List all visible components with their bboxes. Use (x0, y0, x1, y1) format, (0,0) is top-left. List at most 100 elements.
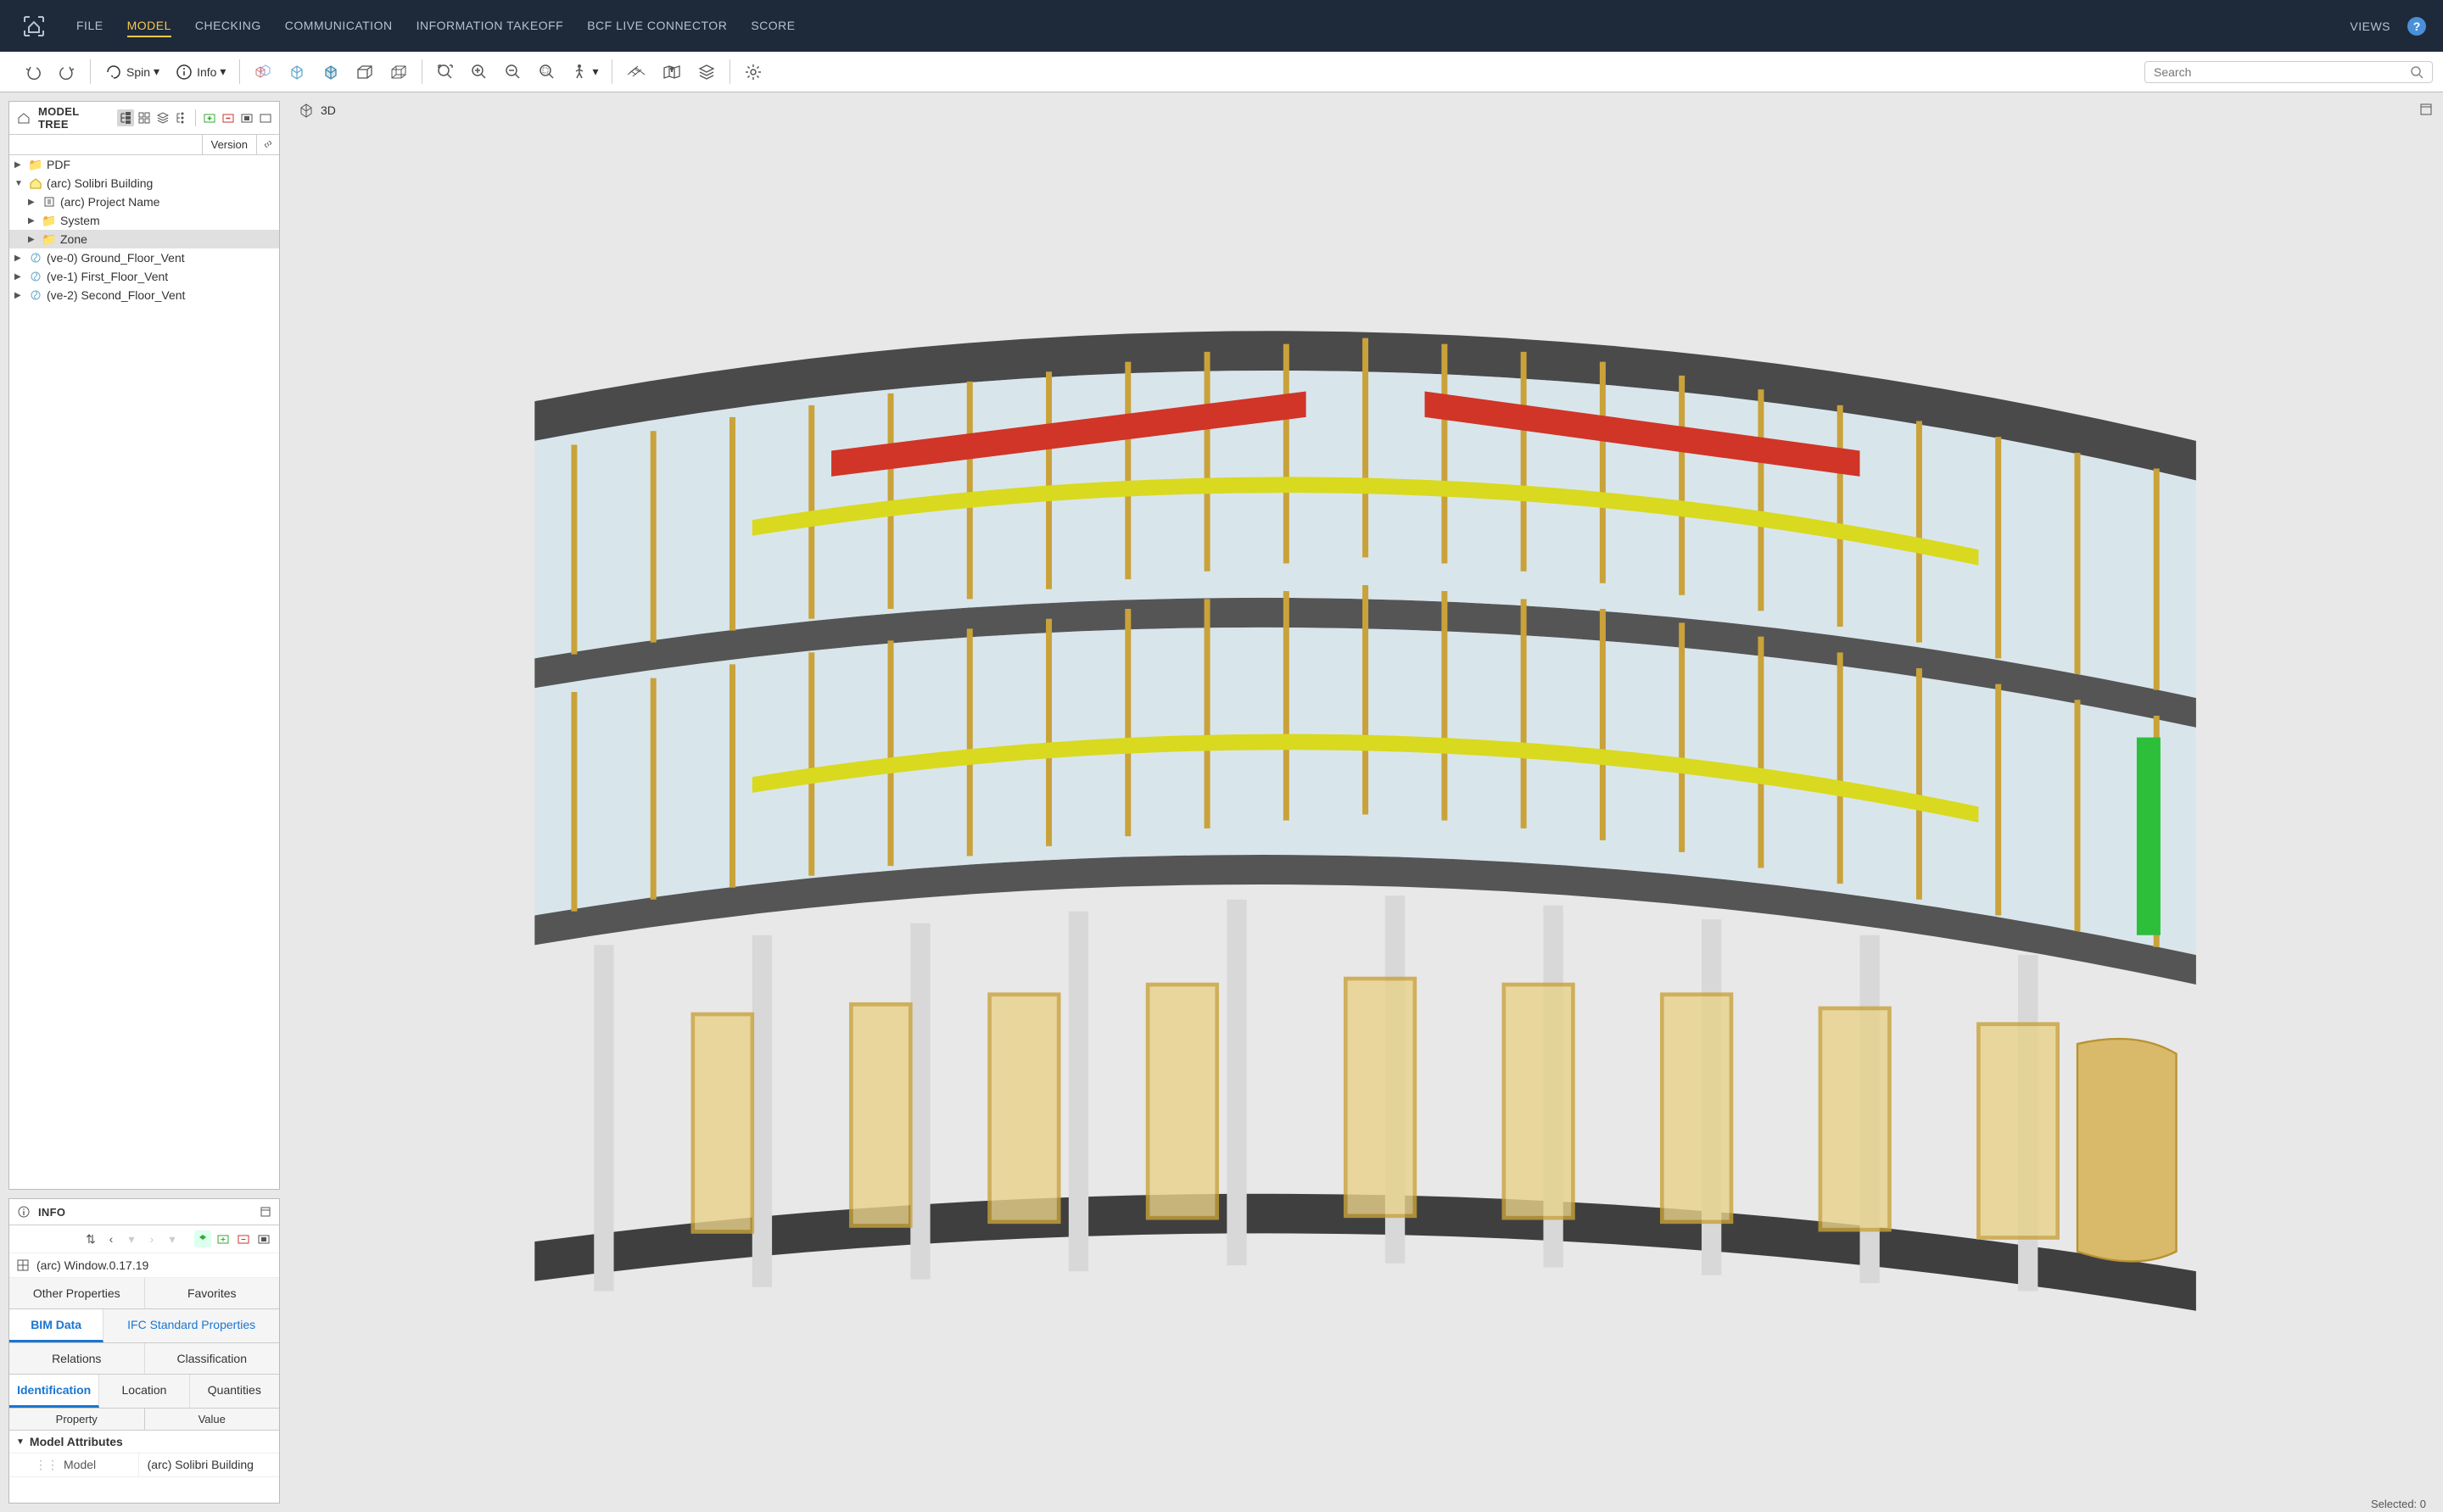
folder-icon: 📁 (42, 214, 57, 227)
info-panel-title: INFO (38, 1206, 252, 1219)
tree-item-project-name[interactable]: ▶(arc) Project Name (9, 192, 279, 211)
search-input[interactable] (2154, 65, 2410, 79)
tab-other-properties[interactable]: Other Properties (9, 1278, 145, 1308)
tab-quantities[interactable]: Quantities (190, 1375, 279, 1408)
project-icon (42, 195, 57, 209)
zoom-fit-button[interactable] (431, 59, 460, 85)
model-tree-title: MODEL TREE (38, 105, 112, 131)
panel-maximize-icon[interactable] (257, 1203, 274, 1220)
building-3d-model[interactable] (417, 263, 2313, 1370)
tab-relations[interactable]: Relations (9, 1343, 145, 1374)
chevron-down-icon: ▾ (592, 64, 598, 79)
nav-highlight-icon[interactable] (194, 1230, 211, 1247)
cube-wire-button[interactable] (282, 59, 311, 85)
viewport-maximize-icon[interactable] (2419, 103, 2433, 116)
zoom-in-button[interactable] (465, 59, 494, 85)
menu-score[interactable]: SCORE (751, 15, 795, 37)
help-icon[interactable]: ? (2407, 17, 2426, 36)
tab-ifc-std-properties[interactable]: IFC Standard Properties (103, 1309, 279, 1342)
status-selected-count: Selected: 0 (2371, 1498, 2426, 1510)
tree-remove-icon[interactable] (220, 109, 237, 126)
redo-button[interactable] (53, 59, 81, 85)
tab-bim-data[interactable]: BIM Data (9, 1309, 103, 1342)
zoom-area-button[interactable] (533, 59, 562, 85)
undo-button[interactable] (19, 59, 48, 85)
prop-group-model-attributes[interactable]: ▼Model Attributes (9, 1431, 279, 1453)
tree-component-icon[interactable] (136, 109, 153, 126)
menu-views[interactable]: VIEWS (2350, 16, 2390, 36)
tree-item-ve1[interactable]: ▶(ve-1) First_Floor_Vent (9, 267, 279, 286)
prop-name-model: ⋮⋮Model (9, 1453, 139, 1476)
grid-button[interactable] (621, 59, 651, 85)
search-input-container (2144, 61, 2433, 83)
chevron-down-icon: ▾ (154, 64, 159, 79)
cube-multi-button[interactable] (249, 59, 277, 85)
tree-add-icon[interactable] (201, 109, 218, 126)
map-button[interactable] (657, 59, 687, 85)
tree-item-system[interactable]: ▶📁System (9, 211, 279, 230)
spin-icon (104, 63, 123, 81)
vent-icon (28, 270, 43, 283)
nav-prev-icon[interactable]: ‹ (103, 1230, 120, 1247)
menu-bcf[interactable]: BCF LIVE CONNECTOR (587, 15, 727, 37)
tab-classification[interactable]: Classification (145, 1343, 280, 1374)
settings-button[interactable] (739, 59, 768, 85)
main-toolbar: Spin ▾ Info ▾ ▾ (0, 52, 2443, 92)
layers-button[interactable] (692, 59, 721, 85)
tree-federated-icon[interactable] (173, 109, 190, 126)
tree-link-header[interactable] (256, 135, 279, 154)
model-tree-icon (14, 109, 33, 127)
box-button[interactable] (350, 59, 379, 85)
tree-version-header[interactable]: Version (202, 135, 256, 154)
nav-add-icon[interactable] (215, 1230, 232, 1247)
menu-file[interactable]: FILE (76, 15, 103, 37)
tab-location[interactable]: Location (99, 1375, 189, 1408)
folder-icon: 📁 (28, 158, 43, 171)
zoom-out-button[interactable] (499, 59, 528, 85)
viewport-3d[interactable]: 3D (288, 92, 2443, 1512)
tree-item-zone[interactable]: ▶📁Zone (9, 230, 279, 248)
tree-item-ve2[interactable]: ▶(ve-2) Second_Floor_Vent (9, 286, 279, 304)
app-logo (17, 9, 51, 43)
frame-button[interactable] (384, 59, 413, 85)
nav-isolate-icon[interactable] (255, 1230, 272, 1247)
prop-header-property: Property (9, 1409, 145, 1430)
tab-favorites[interactable]: Favorites (145, 1278, 280, 1308)
menu-model[interactable]: MODEL (127, 15, 171, 37)
nav-updown-icon[interactable]: ⇅ (82, 1230, 99, 1247)
nav-next-icon[interactable]: › (143, 1230, 160, 1247)
nav-prev2-icon[interactable]: ▾ (123, 1230, 140, 1247)
tree-item-ve0[interactable]: ▶(ve-0) Ground_Floor_Vent (9, 248, 279, 267)
vent-icon (28, 251, 43, 265)
model-tree-panel: MODEL TREE Version (8, 101, 280, 1190)
tree-transparent-icon[interactable] (257, 109, 274, 126)
model-tree: ▶📁PDF ▼(arc) Solibri Building ▶(arc) Pro… (9, 155, 279, 304)
cube-solid-button[interactable] (316, 59, 345, 85)
menu-communication[interactable]: COMMUNICATION (285, 15, 393, 37)
info-dropdown[interactable]: Info ▾ (170, 59, 231, 85)
prop-value-model: (arc) Solibri Building (139, 1453, 279, 1476)
search-icon[interactable] (2410, 65, 2423, 79)
prop-row-model: ⋮⋮Model (arc) Solibri Building (9, 1453, 279, 1477)
menu-ito[interactable]: INFORMATION TAKEOFF (416, 15, 564, 37)
tree-item-solibri-building[interactable]: ▼(arc) Solibri Building (9, 174, 279, 192)
tree-item-pdf[interactable]: ▶📁PDF (9, 155, 279, 174)
info-label: Info (197, 65, 216, 79)
chevron-down-icon: ▾ (220, 64, 226, 79)
main-menubar: FILE MODEL CHECKING COMMUNICATION INFORM… (0, 0, 2443, 52)
folder-icon: 📁 (42, 232, 57, 246)
tab-identification[interactable]: Identification (9, 1375, 99, 1408)
vent-icon (28, 288, 43, 302)
menubar-items: FILE MODEL CHECKING COMMUNICATION INFORM… (76, 15, 2350, 37)
nav-next2-icon[interactable]: ▾ (164, 1230, 181, 1247)
walk-dropdown[interactable]: ▾ (567, 59, 603, 85)
tree-containment-icon[interactable] (117, 109, 134, 126)
spin-dropdown[interactable]: Spin ▾ (99, 59, 165, 85)
tree-layers-icon[interactable] (154, 109, 171, 126)
component-type-icon (16, 1258, 30, 1272)
tree-isolate-icon[interactable] (238, 109, 255, 126)
cube-3d-icon (299, 103, 314, 118)
nav-remove-icon[interactable] (235, 1230, 252, 1247)
menu-checking[interactable]: CHECKING (195, 15, 261, 37)
spin-label: Spin (126, 65, 150, 79)
